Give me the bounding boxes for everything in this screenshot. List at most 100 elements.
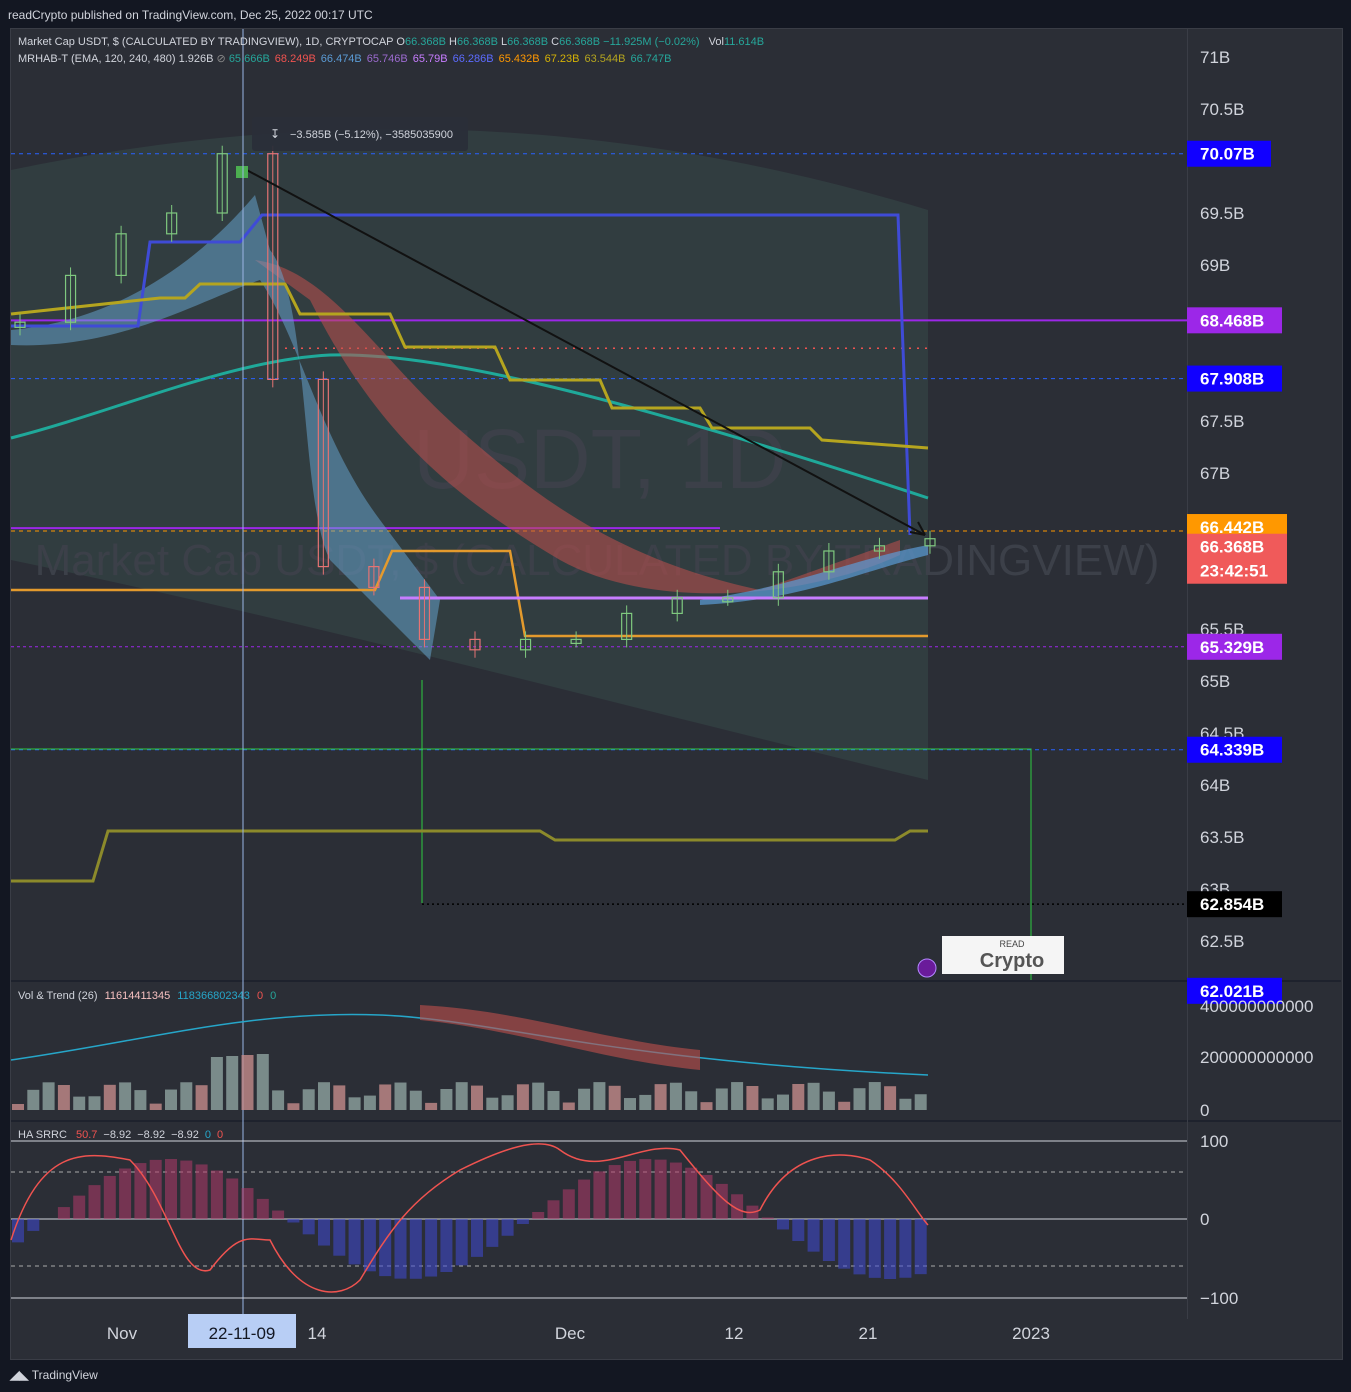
indicator-value-7: 67.23B xyxy=(544,53,580,65)
volume-bar xyxy=(363,1095,376,1110)
volume-bar xyxy=(914,1094,927,1110)
price-tick: 67B xyxy=(1200,464,1230,483)
ha-tick: 100 xyxy=(1200,1132,1228,1151)
legend-change: −11.925M (−0.02%) xyxy=(603,36,700,48)
ohlc-key-O: O xyxy=(396,36,405,48)
ha-bar xyxy=(624,1160,636,1219)
indicator-values: 65.666B 68.249B 66.474B 65.746B 65.79B 66.286… xyxy=(229,53,677,65)
countdown: 23:42:51 xyxy=(1200,562,1268,581)
ha-bar xyxy=(195,1164,208,1219)
volume-bar xyxy=(562,1102,575,1110)
ha-bar xyxy=(792,1219,805,1241)
ha-legend: HA SRRC 50.7 −8.92 −8.92 −8.92 0 0 xyxy=(18,1129,223,1141)
volume-bar xyxy=(180,1082,193,1110)
ha-bar xyxy=(302,1219,315,1235)
ha-bar xyxy=(409,1219,422,1279)
price-tick: 64B xyxy=(1200,776,1230,795)
ha-bar xyxy=(868,1219,881,1278)
ha-bar xyxy=(899,1219,912,1278)
ha-bar xyxy=(471,1219,483,1257)
ha-bar xyxy=(853,1219,866,1275)
ha-value-4: 0 xyxy=(204,1129,212,1141)
ha-bar xyxy=(455,1219,468,1266)
volume-bar xyxy=(134,1090,147,1110)
volume-bar xyxy=(455,1082,468,1110)
logo-big: Crypto xyxy=(980,950,1044,972)
price-tick: 63.5B xyxy=(1200,828,1244,847)
ha-value-5: 0 xyxy=(217,1129,224,1141)
ha-bar xyxy=(333,1219,346,1256)
ha-bar xyxy=(394,1219,407,1279)
volume-bar xyxy=(593,1082,606,1110)
vol-tick: 400000000000 xyxy=(1200,997,1313,1016)
volume-bar xyxy=(272,1090,285,1110)
price-axis-border xyxy=(1187,29,1188,1319)
volume-bar xyxy=(516,1084,529,1110)
chart-canvas[interactable]: USDT, 1DMarket Cap USDT, $ (CALCULATED B… xyxy=(0,0,1351,1392)
tradingview-logo[interactable]: ◢◣ TradingView xyxy=(10,1368,98,1382)
indicator-value-4: 65.79B xyxy=(412,53,448,65)
ha-tick: 0 xyxy=(1200,1210,1209,1229)
tradingview-brand: TradingView xyxy=(31,1368,98,1382)
volume-bar xyxy=(165,1089,177,1110)
volume-bar xyxy=(302,1089,315,1110)
volume-bar xyxy=(88,1096,101,1110)
volume-bar xyxy=(532,1082,545,1110)
ha-bar xyxy=(287,1219,300,1223)
time-tick: 14 xyxy=(308,1324,327,1343)
volume-bar xyxy=(57,1085,70,1110)
ha-bar xyxy=(593,1171,606,1219)
ha-bar xyxy=(884,1219,897,1279)
volume-bar xyxy=(318,1082,330,1110)
indicator-value-3: 65.746B xyxy=(366,53,408,65)
main-legend: Market Cap USDT, $ (CALCULATED BY TRADIN… xyxy=(18,36,764,48)
volume-bar xyxy=(899,1098,912,1110)
volume-bar xyxy=(471,1085,483,1110)
ha-bar xyxy=(318,1219,330,1246)
measure-icon: ↧ xyxy=(270,127,280,141)
ha-bar xyxy=(180,1160,193,1219)
indicator-value-8: 63.544B xyxy=(584,53,626,65)
ohlc-value-L: 66.368B xyxy=(507,36,549,48)
price-badge-label: 66.368B xyxy=(1200,538,1264,557)
ha-bar xyxy=(256,1198,269,1219)
indicator-value-0: 65.666B xyxy=(228,53,270,65)
legend-ohlc: O66.368B H66.368B L66.368B C66.368B xyxy=(396,36,603,48)
ha-signal-line xyxy=(10,1143,929,1293)
alert-icon[interactable] xyxy=(917,958,937,978)
ha-value-0: 50.7 xyxy=(75,1129,98,1141)
time-tick: 2023 xyxy=(1012,1324,1050,1343)
legend-title: Market Cap USDT, $ (CALCULATED BY TRADIN… xyxy=(18,36,394,48)
ha-pane-values: 50.7 −8.92 −8.92 −8.92 0 0 xyxy=(70,1129,223,1141)
time-tick: 21 xyxy=(859,1324,878,1343)
volume-bar xyxy=(348,1097,361,1110)
volume-bar xyxy=(715,1088,728,1110)
indicator-value: 1.926B xyxy=(178,53,214,65)
ha-bar xyxy=(103,1175,116,1219)
volume-bar xyxy=(333,1085,346,1110)
volume-bar xyxy=(547,1090,560,1110)
vol-tick: 0 xyxy=(1200,1101,1209,1120)
ha-bar xyxy=(27,1219,40,1231)
volume-bar xyxy=(119,1082,132,1110)
ha-bar xyxy=(272,1210,285,1219)
indicator-settings-icon[interactable]: ⊘ xyxy=(217,53,226,65)
tradingview-logo-icon: ◢◣ xyxy=(10,1368,32,1382)
price-badge-label: 67.908B xyxy=(1200,370,1264,389)
volume-bar xyxy=(42,1082,55,1110)
volume-bar xyxy=(685,1091,698,1110)
ha-bar xyxy=(761,1217,774,1219)
volume-bar xyxy=(761,1098,774,1110)
ohlc-value-C: 66.368B xyxy=(559,36,601,48)
ha-bar xyxy=(226,1178,239,1219)
volume-bar xyxy=(73,1096,86,1110)
ha-bar xyxy=(348,1219,361,1265)
time-tick: Nov xyxy=(107,1324,138,1343)
ha-bar xyxy=(562,1189,575,1219)
ha-bar xyxy=(578,1179,591,1219)
measure-label: −3.585B (−5.12%), −3585035900 xyxy=(290,129,453,141)
vol-pane-title: Vol & Trend (26) xyxy=(18,990,98,1002)
volume-bar xyxy=(578,1088,591,1110)
volume-bar xyxy=(195,1085,208,1110)
ha-bar xyxy=(639,1159,652,1219)
